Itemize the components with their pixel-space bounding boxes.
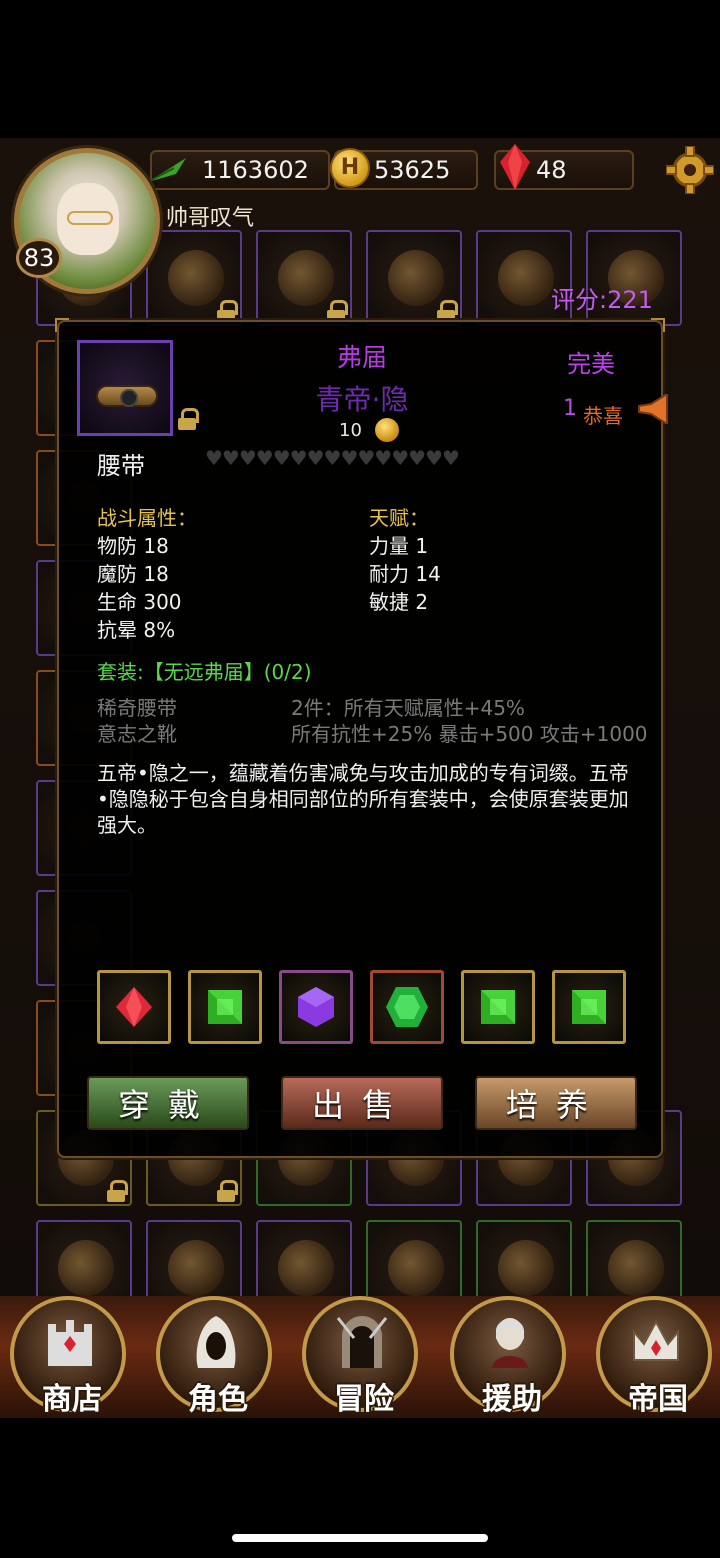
lock-icon [436, 300, 458, 322]
train-button[interactable]: 培养 [475, 1076, 637, 1130]
set-item: 稀奇腰带 [97, 696, 177, 720]
nav-role-label: 角色 [188, 1382, 248, 1417]
lock-icon [216, 300, 238, 322]
item-description: 五帝•隐之一，蕴藏着伤害减免与攻击加成的专有词缀。五帝•隐隐秘于包含自身相同部位… [97, 761, 629, 837]
home-indicator[interactable] [232, 1534, 488, 1542]
talent-stat: 敏捷 2 [369, 590, 429, 614]
nav-adventure-label: 冒险 [334, 1382, 394, 1417]
green-square-gem-icon [481, 990, 515, 1024]
level-badge: 83 [16, 238, 62, 278]
lock-icon [106, 1180, 128, 1202]
red-gem-icon [500, 144, 530, 190]
item-quality: 完美 [567, 350, 615, 378]
dungeon-gate-icon [336, 1316, 388, 1368]
nav-empire[interactable]: 帝国 [596, 1296, 712, 1417]
feather-icon [147, 158, 186, 183]
nav-shop-label: 商店 [42, 1382, 102, 1417]
item-detail-dialog: 弗届 青帝·隐 完美 1 恭喜 10 腰带 ♥♥♥♥♥♥♥♥♥♥♥♥♥♥♥ 战斗… [55, 318, 668, 1158]
congrats-label[interactable]: 恭喜 [583, 400, 623, 429]
gem-slot[interactable] [97, 970, 171, 1044]
purple-hex-gem-icon [298, 987, 334, 1027]
gem-value: 48 [536, 156, 567, 184]
combat-stat: 物防 18 [97, 534, 169, 558]
power-value: 1163602 [202, 156, 309, 184]
green-hex-gem-icon [386, 987, 428, 1027]
top-hud: 1163602 H 53625 48 83 帅哥叹气 [0, 138, 720, 294]
hearts-rating: ♥♥♥♥♥♥♥♥♥♥♥♥♥♥♥ [205, 446, 460, 470]
combat-stat: 抗晕 8% [97, 618, 176, 642]
gem-slot[interactable] [552, 970, 626, 1044]
combat-stats-label: 战斗属性： [97, 506, 197, 530]
gear-icon[interactable] [666, 146, 714, 194]
player-name: 帅哥叹气 [166, 206, 255, 231]
item-price: 10 [339, 420, 362, 441]
talent-stat: 耐力 14 [369, 562, 441, 586]
gem-slot[interactable] [370, 970, 444, 1044]
score-label: 评分:221 [551, 286, 653, 314]
nav-support-label: 援助 [482, 1382, 542, 1417]
congrats-count: 1 [563, 396, 577, 421]
gold-coin-icon: H [330, 148, 370, 188]
green-square-gem-icon [572, 990, 606, 1024]
set-bonus: 2件：所有天赋属性+45% [291, 696, 525, 720]
talent-label: 天赋： [369, 506, 429, 530]
nav-empire-label: 帝国 [628, 1382, 688, 1417]
combat-stat: 生命 300 [97, 590, 182, 614]
horn-icon[interactable] [637, 394, 671, 424]
item-type: 腰带 [97, 452, 145, 480]
gold-coin-icon [375, 418, 399, 442]
crown-icon [633, 1319, 679, 1361]
green-square-gem-icon [208, 990, 242, 1024]
hooded-figure-icon [196, 1316, 236, 1368]
nav-shop[interactable]: 商店 [10, 1296, 126, 1417]
gem-slot[interactable] [188, 970, 262, 1044]
gem-slot[interactable] [461, 970, 535, 1044]
lock-icon [326, 300, 348, 322]
bottom-nav: 商店 角色 冒险 援助 帝国 [0, 1296, 720, 1418]
sell-button[interactable]: 出售 [281, 1076, 443, 1130]
set-bonus: 所有抗性+25% 暴击+500 攻击+1000 [291, 722, 648, 746]
set-title: 套装:【无远弗届】(0/2) [97, 660, 312, 684]
set-item: 意志之靴 [97, 722, 177, 746]
castle-icon [48, 1320, 92, 1366]
nav-adventure[interactable]: 冒险 [302, 1296, 418, 1417]
lock-icon [216, 1180, 238, 1202]
combat-stat: 魔防 18 [97, 562, 169, 586]
nav-role[interactable]: 角色 [156, 1296, 272, 1417]
talent-stat: 力量 1 [369, 534, 429, 558]
gold-value: 53625 [374, 156, 451, 184]
gem-slot[interactable] [279, 970, 353, 1044]
nav-support[interactable]: 援助 [450, 1296, 566, 1417]
gem-slots [97, 970, 627, 1044]
red-gem-icon [116, 987, 152, 1027]
girl-portrait-icon [492, 1318, 528, 1368]
wear-button[interactable]: 穿戴 [87, 1076, 249, 1130]
